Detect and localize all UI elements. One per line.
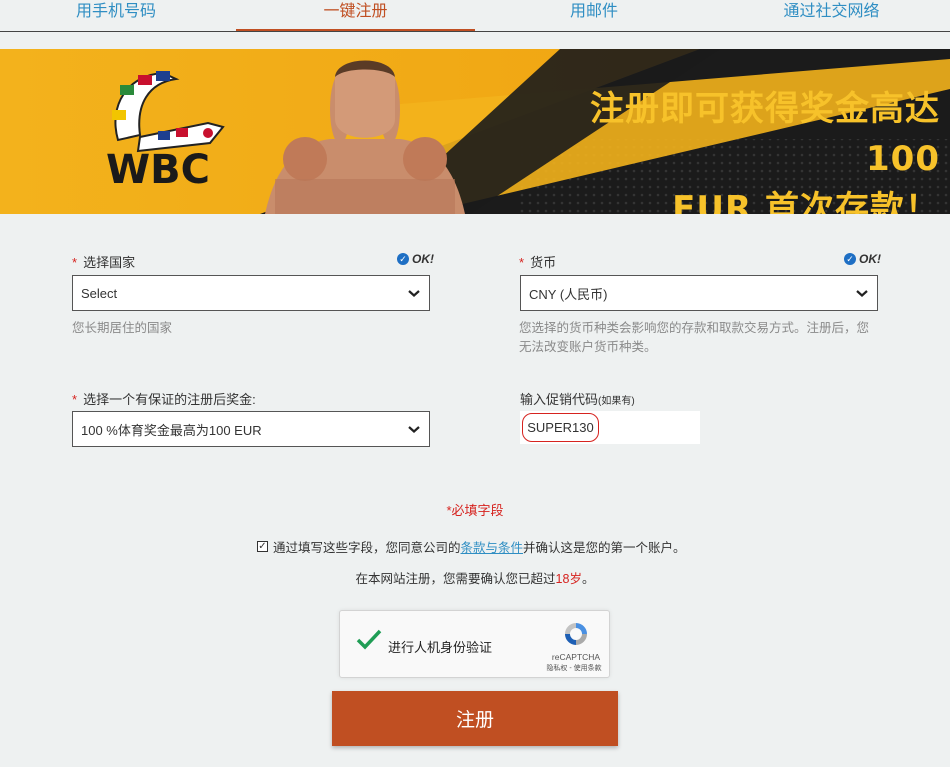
promo-code-value[interactable]: SUPER130: [522, 413, 599, 442]
bonus-label: * 选择一个有保证的注册后奖金:: [72, 389, 256, 408]
promo-label-suffix: (如果有): [598, 396, 635, 407]
promo-label-text: 输入促销代码: [520, 392, 599, 407]
check-circle-icon: ✓: [844, 253, 856, 265]
recaptcha-widget[interactable]: 进行人机身份验证 reCAPTCHA 隐私权 - 使用条款: [339, 610, 610, 678]
age-notice: 在本网站注册，您需要确认您已超过18岁。: [0, 568, 950, 587]
check-circle-icon: ✓: [397, 253, 409, 265]
age-text-before: 在本网站注册，您需要确认您已超过: [355, 572, 556, 586]
country-label-text: 选择国家: [83, 255, 136, 270]
ok-text: OK!: [412, 252, 434, 266]
headline-line-2: EUR 首次存款！: [672, 189, 940, 214]
banner-headline: 注册即可获得奖金高达 100 EUR 首次存款！: [540, 84, 940, 214]
country-label: * 选择国家: [72, 252, 135, 271]
country-hint: 您长期居住的国家: [72, 321, 173, 335]
currency-hint-line-2: 无法改变账户货币种类。: [519, 340, 657, 354]
required-mark: *: [72, 255, 78, 270]
required-fields-note: *必填字段: [446, 503, 504, 518]
chevron-down-icon: [856, 290, 868, 297]
required-mark: *: [519, 255, 525, 270]
ok-text: OK!: [859, 252, 881, 266]
terms-checkbox[interactable]: ✓: [257, 541, 268, 552]
country-select-value: Select: [81, 285, 118, 301]
promo-banner: WBC 注册即可获得奖金高达 100 EUR 首次存款！: [0, 49, 950, 214]
currency-select[interactable]: CNY (人民币): [520, 275, 878, 311]
currency-ok-status: ✓ OK!: [844, 252, 881, 266]
wbc-logo: WBC: [106, 71, 225, 193]
currency-select-value: CNY (人民币): [529, 286, 608, 302]
tab-social[interactable]: 通过社交网络: [713, 0, 950, 32]
boxer-photo: [265, 60, 465, 214]
required-mark: *: [72, 392, 78, 407]
tab-divider: [0, 31, 950, 32]
terms-text-after: 并确认这是您的第一个账户。: [523, 541, 686, 555]
age-highlight: 18岁: [555, 572, 582, 586]
promo-label: 输入促销代码(如果有): [520, 389, 635, 408]
tab-phone[interactable]: 用手机号码: [0, 0, 232, 32]
bonus-select-value: 100 %体育奖金最高为100 EUR: [81, 422, 262, 438]
captcha-label: 进行人机身份验证: [388, 640, 493, 655]
age-text-after: 。: [581, 572, 595, 586]
terms-text-before: 通过填写这些字段，您同意公司的: [273, 541, 461, 555]
registration-tabs: 用手机号码 一键注册 用邮件 通过社交网络: [0, 0, 950, 32]
currency-hint-line-1: 您选择的货币种类会影响您的存款和取款交易方式。注册后，您: [519, 321, 870, 335]
currency-label: * 货币: [519, 252, 556, 271]
headline-line-1: 注册即可获得奖金高达 100: [590, 89, 940, 179]
tab-email[interactable]: 用邮件: [475, 0, 713, 32]
logo-text: WBC: [106, 147, 210, 193]
terms-link[interactable]: 条款与条件: [461, 537, 524, 556]
bonus-select[interactable]: 100 %体育奖金最高为100 EUR: [72, 411, 430, 447]
chevron-down-icon: [408, 426, 420, 433]
tab-one-click[interactable]: 一键注册: [236, 0, 475, 32]
currency-hint: 您选择的货币种类会影响您的存款和取款交易方式。注册后，您 无法改变账户货币种类。: [519, 319, 889, 357]
check-icon: [356, 629, 382, 650]
chevron-down-icon: [408, 290, 420, 297]
recaptcha-brand: reCAPTCHA: [551, 652, 601, 662]
terms-agreement: ✓ 通过填写这些字段，您同意公司的 条款与条件 并确认这是您的第一个账户。: [257, 537, 686, 556]
register-button[interactable]: 注册: [332, 691, 618, 746]
recaptcha-terms[interactable]: 隐私权 - 使用条款: [540, 663, 608, 673]
recaptcha-icon: [565, 623, 587, 645]
country-ok-status: ✓ OK!: [397, 252, 434, 266]
bonus-label-text: 选择一个有保证的注册后奖金:: [83, 392, 256, 407]
country-select[interactable]: Select: [72, 275, 430, 311]
currency-label-text: 货币: [530, 255, 557, 270]
